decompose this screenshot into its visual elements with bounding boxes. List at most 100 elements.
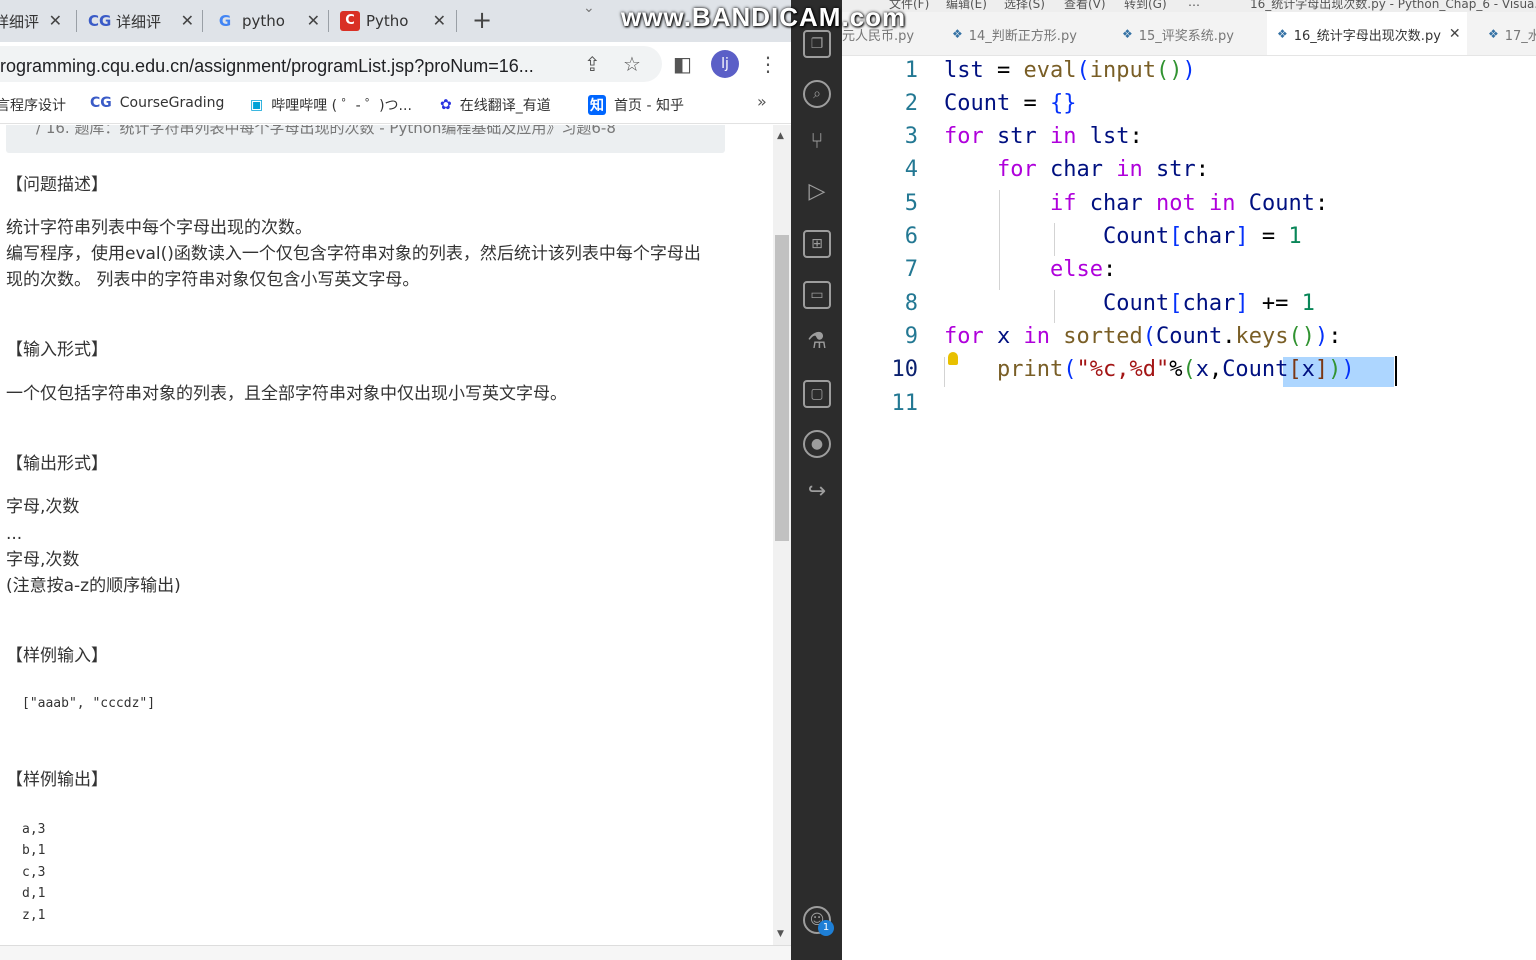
search-icon[interactable]: ⌕ <box>803 80 831 108</box>
section-heading: 【输入形式】 <box>6 340 108 360</box>
new-tab-button[interactable]: + <box>472 6 492 34</box>
address-bar[interactable]: rogramming.cqu.edu.cn/assignment/program… <box>0 46 662 82</box>
section-heading: 【输出形式】 <box>6 454 108 474</box>
sample-output-line: c,3 <box>22 865 46 880</box>
run-debug-icon[interactable]: ▷ <box>803 180 831 208</box>
scroll-down-arrow-icon[interactable]: ▼ <box>777 929 784 939</box>
line-number: 5 <box>904 191 918 216</box>
menu-view[interactable]: 查看(V) <box>1064 0 1106 12</box>
description-line: 现的次数。 列表中的字符串对象仅包含小写英文字母。 <box>6 270 420 290</box>
close-icon[interactable]: ✕ <box>181 11 194 30</box>
section-heading: 【问题描述】 <box>6 175 108 195</box>
browser-tab[interactable]: 详细评 ✕ <box>0 4 70 38</box>
bookmarks-overflow-icon[interactable]: » <box>757 92 767 111</box>
bilibili-icon: ▣ <box>250 97 264 113</box>
close-icon[interactable]: ✕ <box>49 11 62 30</box>
editor-tabs: 元人民币.py ❖ 14_判断正方形.py ❖ 15_评奖系统.py ❖ 16_… <box>842 12 1536 56</box>
tab-separator <box>202 10 203 32</box>
explorer-icon[interactable]: ❐ <box>803 30 831 58</box>
line-number: 9 <box>904 324 918 349</box>
bandicam-watermark: www.BANDICAM.com <box>621 2 907 32</box>
line-number: 1 <box>904 58 918 83</box>
jupyter-icon[interactable]: ▢ <box>803 380 831 408</box>
menu-selection[interactable]: 选择(S) <box>1004 0 1045 12</box>
bookmark-item[interactable]: CG CourseGrading <box>90 95 224 111</box>
python-file-icon: ❖ <box>1122 27 1133 41</box>
editor-tab-label: 14_判断正方形.py <box>968 28 1077 44</box>
url-text[interactable]: rogramming.cqu.edu.cn/assignment/program… <box>0 56 534 77</box>
live-share-icon[interactable]: ↪ <box>803 480 831 508</box>
scroll-up-arrow-icon[interactable]: ▲ <box>777 131 784 141</box>
menu-edit[interactable]: 编辑(E) <box>946 0 987 12</box>
more-menu-icon[interactable]: ⋮ <box>758 52 778 76</box>
editor-tab-label: 17_水 <box>1504 28 1536 44</box>
menu-go[interactable]: 转到(G) <box>1124 0 1167 12</box>
github-icon[interactable]: ● <box>803 430 831 458</box>
bookmark-label: 哔哩哔哩 ( ゜- ゜)つ... <box>271 98 412 114</box>
status-strip <box>0 945 791 960</box>
bookmark-item[interactable]: 言程序设计 <box>0 95 66 115</box>
sidebar-toggle-icon[interactable]: ◧ <box>673 52 692 76</box>
bookmark-label: 首页 - 知乎 <box>614 98 684 114</box>
browser-toolbar: rogramming.cqu.edu.cn/assignment/program… <box>0 42 791 86</box>
breadcrumb-text: / 16. 题库：统计字符串列表中每个字母出现的次数 - Python编程基础及… <box>36 125 616 137</box>
csdn-icon: C <box>340 11 360 31</box>
bookmark-item[interactable]: ▣ 哔哩哔哩 ( ゜- ゜)つ... <box>250 95 412 115</box>
code-editor[interactable]: 1 2 3 4 5 6 7 8 9 10 11 lst = eval(input… <box>842 56 1536 960</box>
testing-flask-icon[interactable]: ⚗ <box>803 330 831 358</box>
vscode-window: ❐ ⌕ ⑂ ▷ ⊞ ▭ ⚗ ▢ ● ↪ ☺ 1 文件(F) 编辑(E) 选择(S… <box>791 0 1536 960</box>
sample-output-line: d,1 <box>22 886 46 901</box>
sample-output-line: a,3 <box>22 822 46 837</box>
chevron-down-icon[interactable]: ⌄ <box>583 0 595 16</box>
output-line: 字母,次数 <box>6 497 80 517</box>
coursegrading-icon: CG <box>90 95 112 111</box>
editor-tab-active[interactable]: ❖ 16_统计字母出现次数.py ✕ <box>1267 12 1467 55</box>
star-icon[interactable]: ☆ <box>623 52 641 76</box>
avatar[interactable]: lj <box>711 50 739 78</box>
close-icon[interactable]: ✕ <box>1449 26 1461 42</box>
bookmarks-bar: 言程序设计 CG CourseGrading ▣ 哔哩哔哩 ( ゜- ゜)つ..… <box>0 86 791 124</box>
browser-tab-label: 详细评 <box>0 12 40 31</box>
line-number: 4 <box>904 157 918 182</box>
bookmark-item[interactable]: ✿ 在线翻译_有道 <box>440 95 551 115</box>
coursegrading-icon: CG <box>88 12 112 30</box>
editor-tab[interactable]: ❖ 14_判断正方形.py <box>942 12 1110 55</box>
code-line: print("%c,%d"%(x,Count[x])) <box>996 357 1355 382</box>
browser-tab-label: Pytho <box>366 12 409 30</box>
browser-tab[interactable]: CG 详细评 ✕ <box>88 4 202 38</box>
description-line: 编写程序，使用eval()函数读入一个仅包含字符串对象的列表，然后统计该列表中每… <box>6 244 701 264</box>
extensions-icon[interactable]: ⊞ <box>803 230 831 258</box>
bookmark-item[interactable]: 知 首页 - 知乎 <box>588 95 684 115</box>
window-title: 16_统计字母出现次数.py - Python_Chap_6 - Visua..… <box>1250 0 1536 11</box>
browser-tab[interactable]: G pytho ✕ <box>214 4 328 38</box>
remote-explorer-icon[interactable]: ▭ <box>803 281 831 309</box>
description-line: 统计字符串列表中每个字母出现的次数。 <box>6 218 312 238</box>
section-heading: 【样例输入】 <box>6 646 108 666</box>
section-heading: 【样例输出】 <box>6 770 108 790</box>
notification-badge: 1 <box>818 920 834 936</box>
line-number: 2 <box>904 91 918 116</box>
close-icon[interactable]: ✕ <box>433 11 446 30</box>
source-control-icon[interactable]: ⑂ <box>803 130 831 158</box>
scrollbar-thumb[interactable] <box>775 235 789 541</box>
code-line: if char not in Count: <box>1049 191 1329 216</box>
menu-more[interactable]: … <box>1188 0 1200 9</box>
browser-tab-label: 详细评 <box>116 12 162 31</box>
page-scrollbar[interactable]: ▲ ▼ <box>773 125 791 945</box>
output-line: (注意按a-z的顺序输出) <box>6 576 181 596</box>
code-line: lst = eval(input()) <box>944 58 1196 83</box>
tab-separator <box>76 10 77 32</box>
editor-tab[interactable]: ❖ 17_水 <box>1478 12 1536 55</box>
bookmark-label: CourseGrading <box>119 95 225 111</box>
python-file-icon: ❖ <box>1277 27 1288 41</box>
tab-separator <box>328 10 329 32</box>
line-number: 11 <box>891 391 919 416</box>
close-icon[interactable]: ✕ <box>307 11 320 30</box>
problem-page: / 16. 题库：统计字符串列表中每个字母出现的次数 - Python编程基础及… <box>0 125 773 945</box>
share-icon[interactable]: ⇪ <box>584 52 601 76</box>
browser-tab[interactable]: C Pytho ✕ <box>340 4 454 38</box>
editor-tab[interactable]: ❖ 15_评奖系统.py <box>1112 12 1262 55</box>
code-line: for x in sorted(Count.keys()): <box>944 324 1342 349</box>
output-line: ... <box>6 524 23 544</box>
line-number-current: 10 <box>891 357 919 382</box>
